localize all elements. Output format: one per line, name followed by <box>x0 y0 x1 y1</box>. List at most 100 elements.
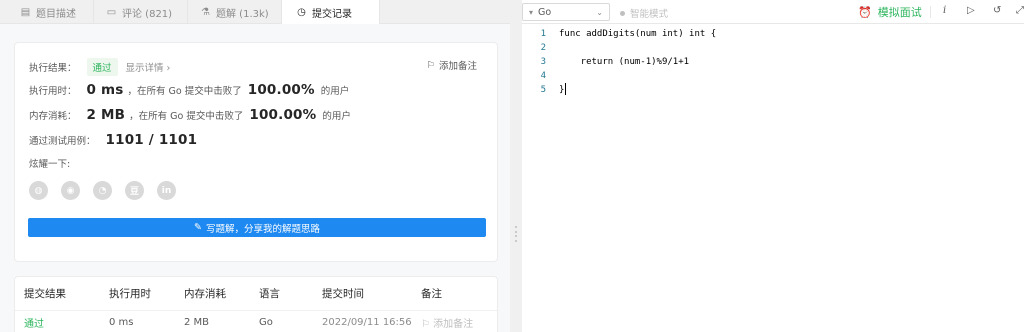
left-pane: ▤ 题目描述 ▭ 评论 (821) ⚗ 题解 (1.3k) ◷ 提交记录 执行结… <box>0 0 510 332</box>
flask-icon: ⚗ <box>201 6 210 18</box>
line-number: 2 <box>540 43 546 53</box>
header-language: 语言 <box>259 288 280 300</box>
status-badge: 通过 <box>86 58 118 76</box>
runtime-tail: 的用户 <box>320 86 350 97</box>
write-solution-label: 写题解，分享我的解题思路 <box>205 223 320 235</box>
memory-label: 内存消耗： <box>29 111 77 122</box>
header-memory: 内存消耗 <box>184 288 226 300</box>
editor-toolbar: ▾ Go ⌄ 智能模式 ⏰ 模拟面试 i ▷ ↺ ⤢ <box>522 0 1024 24</box>
runtime-mid: ，在所有 Go 提交中击败了 <box>127 86 242 97</box>
chevron-down-icon: ⌄ <box>596 7 603 17</box>
info-icon[interactable]: i <box>943 5 946 16</box>
show-details-link[interactable]: 显示详情 › <box>126 60 171 74</box>
tab-label: 题解 (1.3k) <box>216 8 269 20</box>
tests-value: 1101 / 1101 <box>105 132 198 148</box>
cell-add-note[interactable]: ⚐ 添加备注 <box>421 315 473 330</box>
code-line: 3 return (num-1)%9/1+1 <box>522 55 1024 69</box>
result-card: 执行结果： 通过 显示详情 › ⚐ 添加备注 执行用时： 0 ms ，在所有 G… <box>14 42 498 262</box>
drag-handle-icon[interactable] <box>515 226 517 242</box>
divider <box>930 6 931 18</box>
runtime-label: 执行用时： <box>29 86 77 97</box>
document-icon: ▤ <box>20 6 31 18</box>
code-editor[interactable]: 1 func addDigits(num int) int { 2 3 retu… <box>522 25 1024 332</box>
header-result: 提交结果 <box>24 288 66 300</box>
tab-bar: ▤ 题目描述 ▭ 评论 (821) ⚗ 题解 (1.3k) ◷ 提交记录 <box>0 0 510 24</box>
smart-mode-label: 智能模式 <box>630 9 669 20</box>
tab-label: 题目描述 <box>36 8 76 20</box>
flag-icon: ⚐ <box>426 59 435 71</box>
cell-time: 2022/09/11 16:56 <box>322 316 412 328</box>
header-runtime: 执行用时 <box>109 288 151 300</box>
header-note: 备注 <box>421 288 442 300</box>
reset-icon[interactable]: ↺ <box>993 5 1001 16</box>
table-header: 提交结果 执行用时 内存消耗 语言 提交时间 备注 <box>15 277 497 311</box>
cell-result[interactable]: 通过 <box>24 315 44 330</box>
chevron-down-icon: ▾ <box>529 7 534 17</box>
tab-label: 评论 (821) <box>122 8 173 20</box>
split-divider[interactable] <box>510 0 522 332</box>
code-text: } <box>559 85 565 95</box>
line-number: 3 <box>540 57 546 67</box>
share-label: 炫耀一下: <box>29 159 71 170</box>
cell-note-label: 添加备注 <box>433 318 474 330</box>
tab-solutions[interactable]: ⚗ 题解 (1.3k) <box>188 0 282 24</box>
app-root: ▤ 题目描述 ▭ 评论 (821) ⚗ 题解 (1.3k) ◷ 提交记录 执行结… <box>0 0 1024 332</box>
runtime-percent: 100.00% <box>247 82 315 98</box>
clock-icon: ◷ <box>297 6 306 18</box>
add-note-label: 添加备注 <box>438 61 477 72</box>
line-number: 4 <box>540 71 546 81</box>
memory-value: 2 MB <box>86 107 126 123</box>
qq-icon[interactable]: ◔ <box>93 181 112 200</box>
language-value: Go <box>538 6 552 18</box>
memory-percent: 100.00% <box>249 107 317 123</box>
write-solution-button[interactable]: ✎ 写题解，分享我的解题思路 <box>28 218 486 237</box>
add-note-button[interactable]: ⚐ 添加备注 <box>426 58 477 73</box>
linkedin-icon[interactable]: in <box>157 181 176 200</box>
tests-row: 通过测试用例： 1101 / 1101 <box>29 132 201 148</box>
memory-row: 内存消耗： 2 MB ，在所有 Go 提交中击败了 100.00% 的用户 <box>29 107 351 123</box>
tab-comments[interactable]: ▭ 评论 (821) <box>94 0 188 24</box>
alarm-clock-icon: ⏰ <box>858 5 872 19</box>
flag-icon: ⚐ <box>421 318 434 330</box>
tab-description[interactable]: ▤ 题目描述 <box>0 0 94 24</box>
mock-interview-button[interactable]: ⏰ 模拟面试 <box>858 4 922 20</box>
memory-mid: ，在所有 Go 提交中击败了 <box>129 111 244 122</box>
code-text: func addDigits(num int) int { <box>559 29 717 39</box>
code-line: 5 } <box>522 83 1024 97</box>
share-icons: ◍ ◉ ◔ 豆 in <box>29 181 176 200</box>
pencil-icon: ✎ <box>194 222 202 233</box>
runtime-row: 执行用时： 0 ms ，在所有 Go 提交中击败了 100.00% 的用户 <box>29 82 349 98</box>
code-line: 1 func addDigits(num int) int { <box>522 27 1024 41</box>
dot-icon <box>620 10 625 16</box>
play-icon[interactable]: ▷ <box>967 5 975 16</box>
memory-tail: 的用户 <box>322 111 351 122</box>
comment-icon: ▭ <box>106 6 117 18</box>
tab-submissions[interactable]: ◷ 提交记录 <box>282 0 380 24</box>
smart-mode-toggle[interactable]: 智能模式 <box>620 6 668 20</box>
submissions-table: 提交结果 执行用时 内存消耗 语言 提交时间 备注 通过 0 ms 2 MB G… <box>14 276 498 332</box>
table-row[interactable]: 通过 0 ms 2 MB Go 2022/09/11 16:56 ⚐ 添加备注 <box>15 311 497 332</box>
wechat-icon[interactable]: ◍ <box>29 181 48 200</box>
weibo-icon[interactable]: ◉ <box>61 181 80 200</box>
result-label: 执行结果： <box>29 63 77 74</box>
runtime-value: 0 ms <box>86 82 124 98</box>
fullscreen-icon[interactable]: ⤢ <box>1016 5 1024 16</box>
cell-runtime: 0 ms <box>109 316 134 328</box>
code-line: 2 <box>522 41 1024 55</box>
cell-language: Go <box>259 316 273 328</box>
tests-label: 通过测试用例： <box>29 136 96 147</box>
cell-memory: 2 MB <box>184 316 210 328</box>
line-number: 5 <box>540 85 546 95</box>
tab-label: 提交记录 <box>312 8 352 20</box>
douban-icon[interactable]: 豆 <box>125 181 144 200</box>
result-row: 执行结果： 通过 显示详情 › <box>29 58 170 76</box>
mock-interview-label: 模拟面试 <box>877 6 922 19</box>
code-line: 4 <box>522 69 1024 83</box>
editor-pane: ▾ Go ⌄ 智能模式 ⏰ 模拟面试 i ▷ ↺ ⤢ 1 func addDig… <box>522 0 1024 332</box>
line-number: 1 <box>540 29 546 39</box>
code-text: return (num-1)%9/1+1 <box>559 57 690 67</box>
header-time: 提交时间 <box>322 288 364 300</box>
language-select[interactable]: ▾ Go ⌄ <box>522 3 610 21</box>
share-row: 炫耀一下: <box>29 156 70 170</box>
text-cursor <box>565 83 566 95</box>
